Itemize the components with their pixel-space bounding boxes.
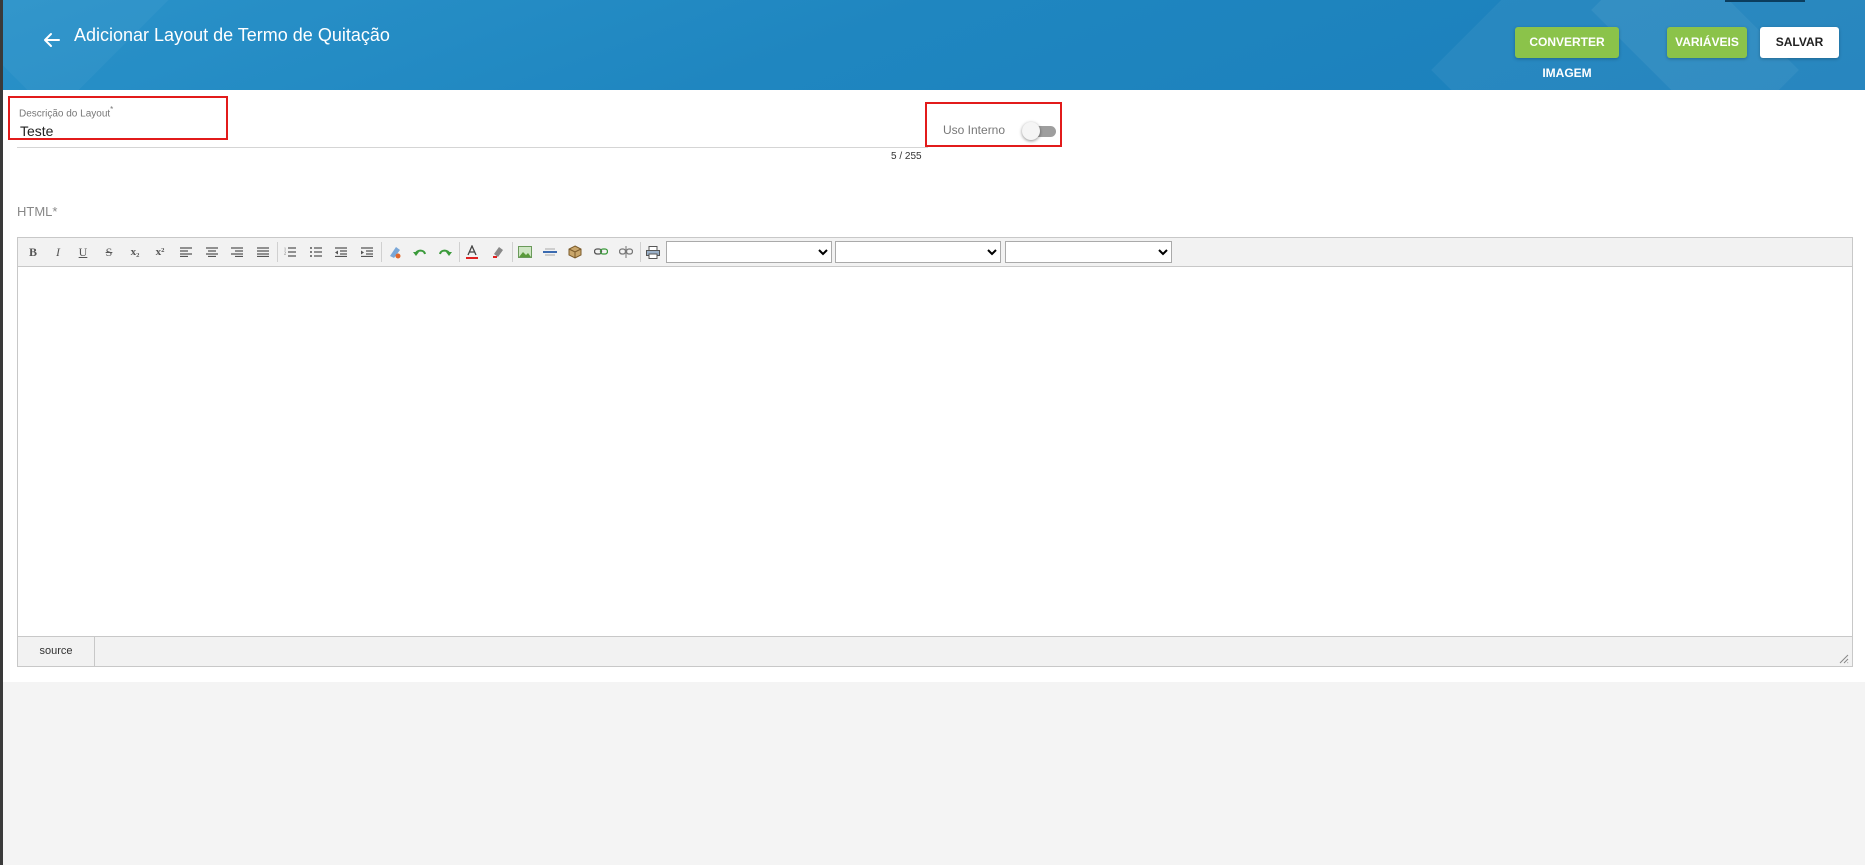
unlink-icon[interactable] (615, 242, 637, 262)
ordered-list-icon[interactable]: 12 (279, 242, 301, 262)
resize-handle-icon[interactable] (1837, 651, 1849, 664)
header-bar: Adicionar Layout de Termo de Quitação CO… (3, 0, 1865, 90)
font-select[interactable] (666, 241, 832, 263)
italic-button[interactable]: I (47, 242, 69, 262)
html-editor: B I U S x₂ x² 12 source (17, 237, 1853, 667)
undo-icon[interactable] (409, 242, 431, 262)
editor-toolbar: B I U S x₂ x² 12 (18, 238, 1852, 267)
redo-icon[interactable] (434, 242, 456, 262)
internal-use-label: Uso Interno (943, 123, 1006, 137)
align-center-icon[interactable] (201, 242, 223, 262)
print-icon[interactable] (642, 242, 664, 262)
size-select[interactable] (835, 241, 1001, 263)
editor-statusbar: source (18, 636, 1852, 666)
char-counter: 5 / 255 (891, 151, 922, 162)
underline-button[interactable]: U (72, 242, 94, 262)
superscript-button[interactable]: x² (149, 242, 171, 262)
text-color-icon[interactable] (461, 242, 483, 262)
variables-button[interactable]: VARIÁVEIS (1667, 27, 1747, 58)
source-tab[interactable]: source (18, 637, 95, 666)
save-button[interactable]: SALVAR (1760, 27, 1839, 58)
field-underline (17, 147, 928, 148)
subscript-button[interactable]: x₂ (124, 242, 146, 262)
justify-icon[interactable] (252, 242, 274, 262)
bold-button[interactable]: B (22, 242, 44, 262)
window-edge (0, 0, 3, 865)
strikethrough-button[interactable]: S (98, 242, 120, 262)
outdent-icon[interactable] (330, 242, 352, 262)
editor-content-area[interactable] (18, 267, 1852, 636)
align-right-icon[interactable] (226, 242, 248, 262)
indent-icon[interactable] (356, 242, 378, 262)
page-title: Adicionar Layout de Termo de Quitação (74, 25, 390, 45)
html-label: HTML* (17, 204, 58, 219)
link-icon[interactable] (590, 242, 612, 262)
svg-text:2: 2 (284, 251, 286, 256)
insert-image-icon[interactable] (514, 242, 536, 262)
back-arrow-icon[interactable] (39, 27, 65, 53)
bullet-list-icon[interactable] (305, 242, 327, 262)
description-input[interactable] (20, 123, 220, 139)
toggle-knob[interactable] (1022, 122, 1040, 140)
convert-image-button[interactable]: CONVERTER IMAGEM (1515, 27, 1619, 80)
insert-object-icon[interactable] (564, 242, 586, 262)
align-left-icon[interactable] (175, 242, 197, 262)
format-select[interactable] (1005, 241, 1172, 263)
highlight-color-icon[interactable] (487, 242, 509, 262)
description-label: Descrição do Layout* (19, 105, 114, 120)
horizontal-rule-icon[interactable] (539, 242, 561, 262)
form-panel: Descrição do Layout* 5 / 255 Uso Interno… (3, 90, 1865, 682)
remove-format-icon[interactable] (384, 242, 406, 262)
